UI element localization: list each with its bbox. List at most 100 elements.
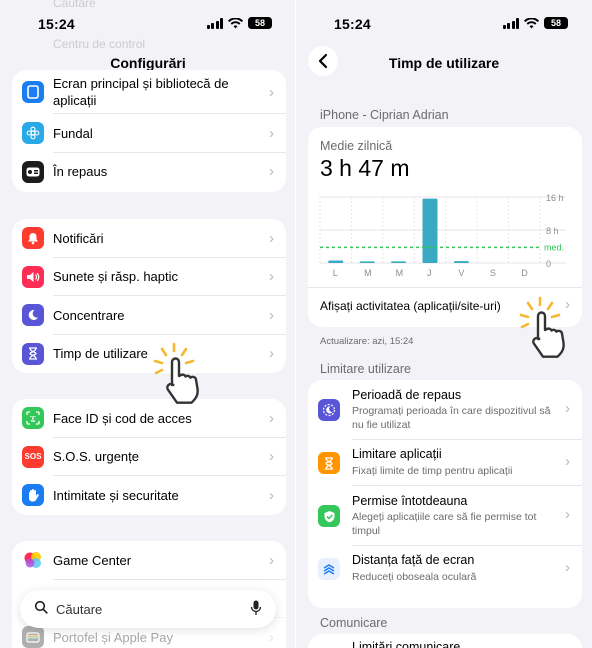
page-title: Timp de utilizare [388, 55, 500, 71]
settings-row-sounds[interactable]: Sunete și răsp. haptic › [12, 258, 286, 296]
settings-row-sos[interactable]: SOS S.O.S. urgențe › [12, 438, 286, 476]
hand-icon [22, 484, 44, 507]
tap-gesture-hand-icon [519, 296, 565, 358]
settings-row-label: S.O.S. urgențe [53, 449, 139, 465]
chevron-right-icon: › [565, 453, 570, 470]
status-bar: 15:24 58 [296, 14, 592, 34]
search-bar[interactable]: Căutare [20, 590, 276, 628]
screen-time-panel: 15:24 58 Timp de utilizare iPhone - Cipr… [296, 0, 592, 648]
settings-group-security: Face ID și cod de acces › SOS S.O.S. urg… [12, 399, 286, 515]
settings-row-label: Concentrare [53, 307, 125, 323]
downtime-icon [318, 399, 340, 421]
settings-row-faceid[interactable]: Face ID și cod de acces › [12, 399, 286, 438]
screen-distance-row[interactable]: Distanța față de ecran Reduceți oboseala… [308, 546, 582, 592]
settings-row-label: Intimitate și securitate [53, 487, 179, 503]
home-screen-icon [22, 81, 44, 103]
status-bar: 15:24 58 [0, 14, 296, 34]
settings-row-standby[interactable]: În repaus › [12, 153, 286, 192]
chevron-right-icon: › [269, 486, 274, 504]
chevron-right-icon: › [269, 83, 274, 101]
chevron-right-icon: › [565, 400, 570, 417]
settings-row-label: Fundal [53, 125, 93, 141]
limits-card: Perioadă de repaus Programați perioada î… [308, 380, 582, 608]
last-updated-text: Actualizare: azi, 15:24 [320, 336, 414, 347]
settings-row-label: Sunete și răsp. haptic [53, 269, 179, 285]
limit-subtitle: Fixați limite de timp pentru aplicații [352, 465, 513, 477]
chart-xtick-label: D [521, 268, 528, 278]
chevron-right-icon: › [269, 229, 274, 247]
chevron-right-icon: › [269, 551, 274, 569]
device-header: iPhone - Ciprian Adrian [320, 108, 449, 122]
chevron-right-icon: › [269, 268, 274, 286]
battery-icon: 58 [248, 17, 272, 29]
settings-row-wallpaper[interactable]: Fundal › [12, 114, 286, 153]
settings-row-label: Portofel și Apple Pay [53, 629, 173, 645]
settings-row-label: Ecran principal și bibliotecă de aplicaț… [53, 76, 229, 108]
app-limits-row[interactable]: Limitare aplicații Fixați limite de timp… [308, 440, 582, 486]
usage-bar-chart: 16 h 8 h 0 L M M J V S Dmed. [319, 193, 566, 278]
chevron-right-icon: › [269, 124, 274, 142]
chart-xtick-label: S [490, 268, 496, 278]
chart-bar [422, 198, 438, 263]
faded-row-control-center: Centru de control [53, 37, 146, 51]
hourglass-icon [22, 342, 44, 365]
page-title: Configurări [110, 55, 186, 71]
settings-row-focus[interactable]: Concentrare › [12, 296, 286, 335]
chart-xtick-label: V [458, 268, 464, 278]
settings-row-game-center[interactable]: Game Center › [12, 541, 286, 580]
communication-limits-label[interactable]: Limitări comunicare [352, 640, 460, 648]
chart-average-label: med. [544, 242, 564, 252]
chart-ytick-label: 8 h [546, 226, 559, 236]
settings-row-privacy[interactable]: Intimitate și securitate › [12, 476, 286, 515]
limit-title: Perioadă de repaus [352, 388, 462, 402]
chevron-right-icon: › [269, 306, 274, 324]
communication-header: Comunicare [320, 616, 388, 630]
chevron-right-icon: › [269, 163, 274, 181]
chart-bar [328, 260, 344, 263]
settings-row-screen-time[interactable]: Timp de utilizare › [12, 335, 286, 374]
checkmark-shield-icon [318, 505, 340, 527]
show-activity-label: Afișați activitatea (aplicații/site-uri) [320, 299, 501, 313]
game-center-icon [22, 549, 44, 572]
limits-header: Limitare utilizare [320, 362, 412, 376]
chart-xtick-label: M [364, 268, 372, 278]
hourglass-icon [318, 452, 340, 474]
settings-row-label: Face ID și cod de acces [53, 410, 192, 426]
limit-title: Limitare aplicații [352, 447, 442, 461]
communication-card: Limitări comunicare [308, 634, 582, 648]
battery-icon: 58 [544, 17, 568, 29]
status-time: 15:24 [334, 16, 371, 32]
downtime-row[interactable]: Perioadă de repaus Programați perioada î… [308, 380, 582, 440]
chart-ytick-label: 16 h [546, 193, 564, 203]
limit-subtitle: Alegeți aplicațiile care să fie permise … [352, 511, 537, 537]
screen-distance-icon [318, 558, 340, 580]
faded-row-search: Căutare [53, 0, 96, 10]
speaker-icon [22, 265, 44, 288]
chevron-right-icon: › [269, 628, 274, 646]
cellular-signal-icon [206, 17, 223, 29]
limit-title: Distanța față de ecran [352, 553, 475, 567]
microphone-icon[interactable] [250, 600, 262, 616]
standby-icon [22, 160, 44, 183]
chevron-right-icon: › [565, 559, 570, 576]
wifi-icon [228, 17, 243, 28]
chart-xtick-label: J [427, 268, 432, 278]
bell-icon [22, 227, 44, 250]
wifi-icon [524, 17, 539, 28]
faceid-icon [22, 407, 44, 430]
settings-row-label: Game Center [53, 552, 132, 568]
chart-xtick-label: M [396, 268, 404, 278]
always-allowed-row[interactable]: Permise întotdeauna Alegeți aplicațiile … [308, 486, 582, 546]
chevron-right-icon: › [269, 409, 274, 427]
chart-bar [359, 261, 375, 263]
sos-icon: SOS [22, 445, 44, 468]
limit-subtitle: Reduceți oboseala oculară [352, 571, 477, 583]
limit-title: Permise întotdeauna [352, 494, 468, 508]
chart-bar [391, 261, 407, 263]
settings-row-home-screen[interactable]: Ecran principal și bibliotecă de aplicaț… [12, 70, 286, 114]
search-icon [34, 600, 48, 614]
settings-row-label: Timp de utilizare [53, 346, 148, 362]
chart-xtick-label: L [333, 268, 338, 278]
settings-row-notifications[interactable]: Notificări › [12, 219, 286, 258]
settings-group-notifications: Notificări › Sunete și răsp. haptic › Co… [12, 219, 286, 373]
